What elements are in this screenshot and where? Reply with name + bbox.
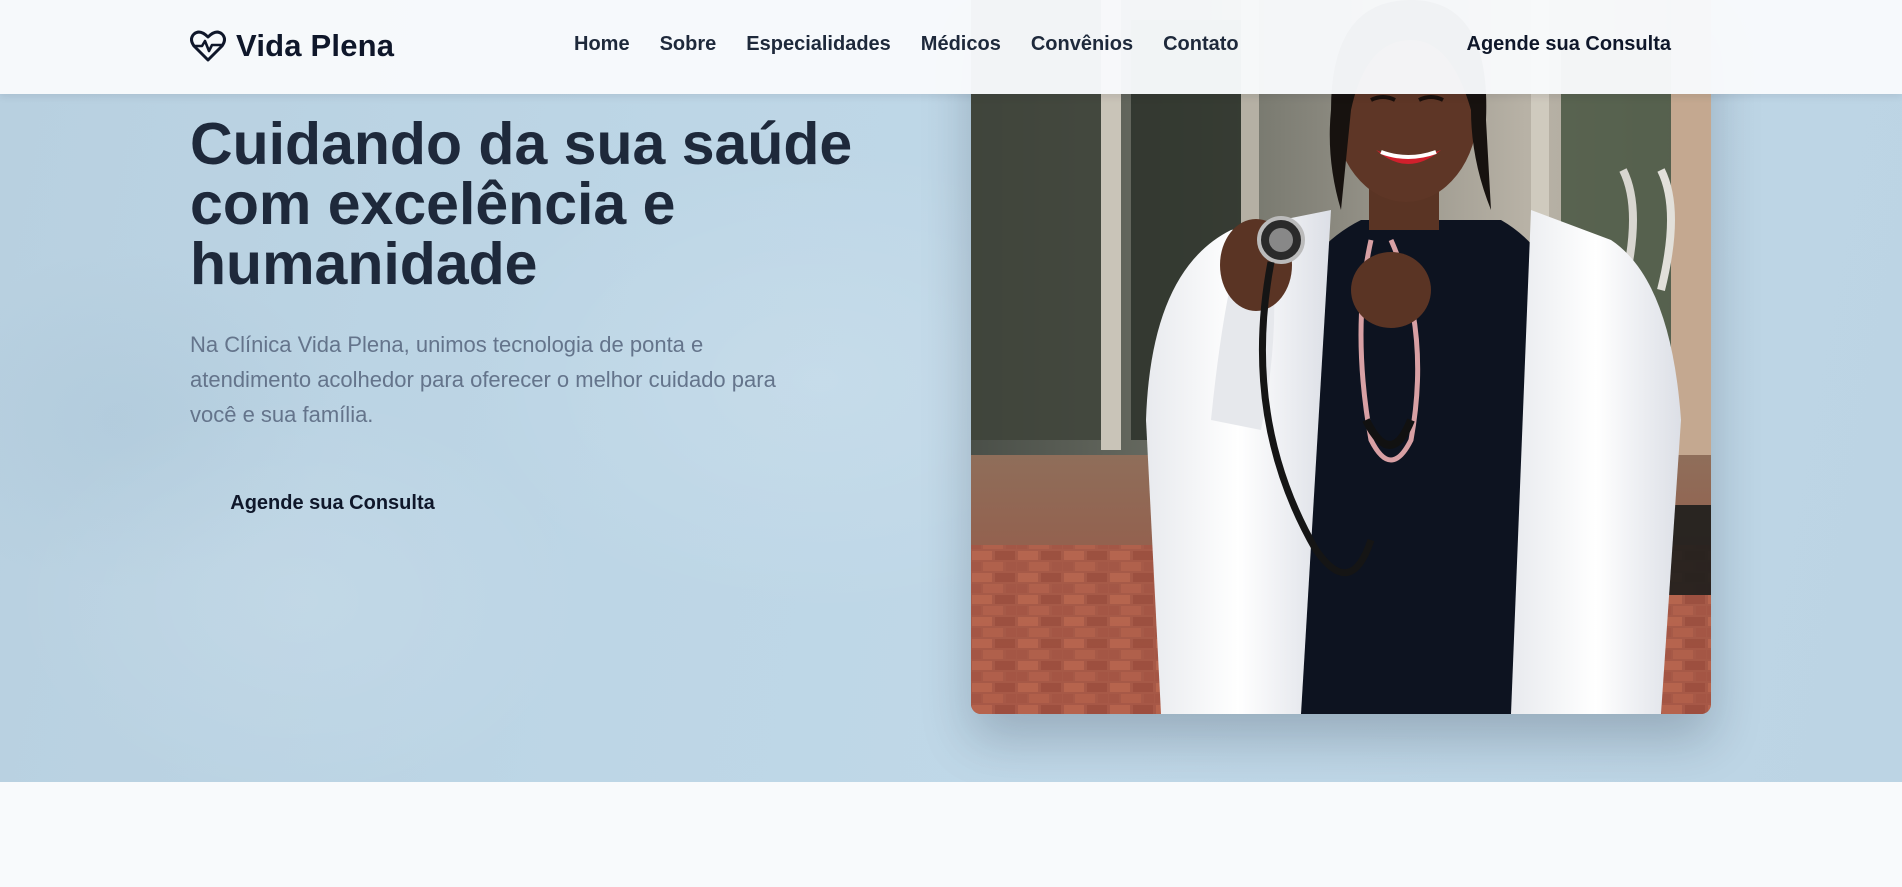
nav-convenios[interactable]: Convênios [1031,33,1133,56]
hero-description: Na Clínica Vida Plena, unimos tecnologia… [190,332,776,427]
hero-section: Cuidando da sua saúde com excelência e h… [0,0,1902,782]
header-schedule-button[interactable]: Agende sua Consulta [1467,33,1671,56]
heart-pulse-icon [190,30,226,62]
site-header: Vida Plena Home Sobre Especialidades Méd… [0,0,1902,94]
nav-medicos[interactable]: Médicos [921,33,1001,56]
brand-logo[interactable]: Vida Plena [190,26,394,66]
brand-name: Vida Plena [236,28,395,63]
doctor-photo [971,0,1711,714]
hero-doctor-image [971,0,1711,714]
nav-home[interactable]: Home [574,33,630,56]
nav-especialidades[interactable]: Especialidades [746,33,891,56]
hero-schedule-button[interactable]: Agende sua Consulta [190,478,475,528]
hero-title: Cuidando da sua saúde com excelência e h… [190,111,853,297]
nav-sobre[interactable]: Sobre [660,33,717,56]
nav-contato[interactable]: Contato [1163,33,1239,56]
main-nav: Home Sobre Especialidades Médicos Convên… [574,33,1239,56]
